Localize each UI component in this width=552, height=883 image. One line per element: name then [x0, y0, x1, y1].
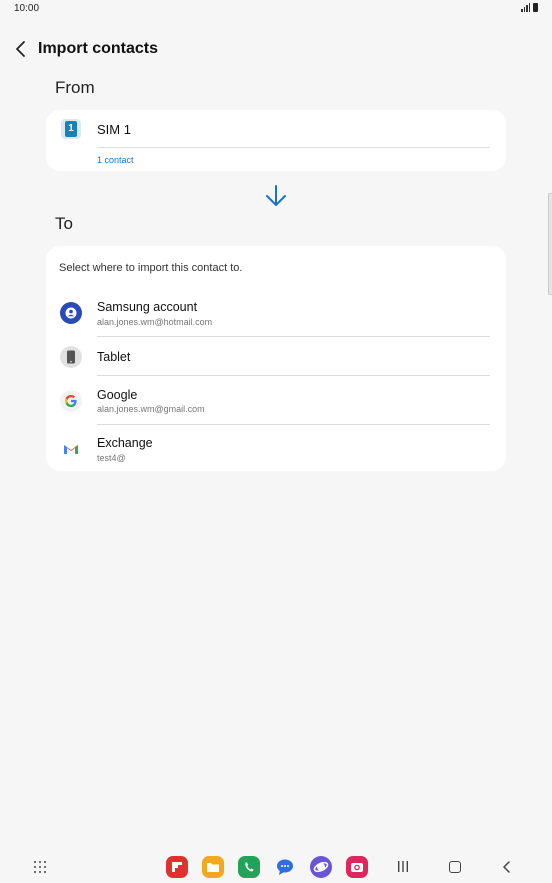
- status-bar: 10:00: [0, 0, 552, 18]
- sim-card-label: 1: [65, 121, 77, 137]
- google-icon: [60, 390, 82, 412]
- sim-card-icon: 1: [61, 119, 81, 139]
- account-email: test4@: [97, 453, 126, 463]
- account-name: Tablet: [97, 350, 131, 364]
- flipboard-app-icon[interactable]: [166, 856, 188, 878]
- account-email: alan.jones.wm@hotmail.com: [97, 317, 213, 327]
- scroll-handle[interactable]: [548, 193, 552, 295]
- divider: [97, 147, 490, 148]
- gmail-icon: [60, 438, 82, 460]
- internet-app-icon[interactable]: [310, 856, 332, 878]
- account-email: alan.jones.wm@gmail.com: [97, 404, 205, 414]
- account-item-tablet[interactable]: Tablet: [46, 334, 506, 378]
- destination-hint: Select where to import this contact to.: [59, 262, 243, 274]
- nav-back-icon[interactable]: [500, 860, 514, 874]
- divider: [97, 375, 490, 376]
- account-name: Google: [97, 388, 138, 402]
- tablet-icon: [60, 346, 82, 368]
- page-title: Import contacts: [38, 40, 159, 57]
- samsung-account-icon: [60, 302, 82, 324]
- app-header: Import contacts: [0, 34, 552, 64]
- messages-app-icon[interactable]: [274, 856, 296, 878]
- account-item-samsung[interactable]: Samsung account alan.jones.wm@hotmail.co…: [46, 290, 506, 334]
- status-icons: [521, 3, 538, 12]
- signal-icon: [521, 3, 530, 12]
- contact-count: 1 contact: [97, 155, 134, 165]
- divider: [97, 424, 490, 425]
- account-name: Samsung account: [97, 300, 198, 314]
- account-item-exchange[interactable]: Exchange test4@: [46, 426, 506, 470]
- battery-icon: [533, 3, 538, 12]
- phone-app-icon[interactable]: [238, 856, 260, 878]
- arrow-down-icon: [266, 185, 286, 206]
- home-button-icon[interactable]: [449, 861, 461, 873]
- to-section-title: To: [55, 214, 73, 233]
- from-section-title: From: [55, 78, 95, 97]
- status-time: 10:00: [14, 3, 40, 14]
- my-files-app-icon[interactable]: [202, 856, 224, 878]
- source-name: SIM 1: [97, 122, 131, 137]
- recent-apps-icon[interactable]: [397, 861, 409, 872]
- back-arrow-icon[interactable]: [12, 39, 32, 59]
- account-item-google[interactable]: Google alan.jones.wm@gmail.com: [46, 378, 506, 422]
- apps-grid-icon[interactable]: [34, 861, 47, 874]
- camera-app-icon[interactable]: [346, 856, 368, 878]
- navigation-bar: [0, 850, 552, 883]
- account-name: Exchange: [97, 436, 153, 450]
